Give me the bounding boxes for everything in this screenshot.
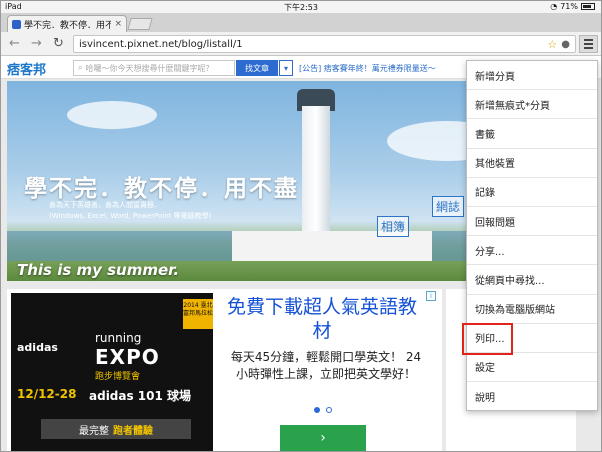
experience-banner[interactable]: 最完整 跑者體驗 xyxy=(41,419,191,439)
bookmark-star-icon[interactable]: ☆ xyxy=(547,38,557,51)
menu-help[interactable]: 說明 xyxy=(467,382,597,411)
menu-other-devices[interactable]: 其他裝置 xyxy=(467,149,597,178)
back-icon[interactable]: ← xyxy=(9,36,20,51)
search-placeholder: 哈囉～你今天想搜尋什麼關鍵字呢？ xyxy=(85,63,214,73)
banner-subtitle: 善為天下英雄善，善為人間富貴極． (Windows, Excel, Word, … xyxy=(49,201,212,220)
carousel-dots[interactable] xyxy=(314,407,332,413)
expo-label: EXPO xyxy=(95,345,160,369)
advertisement[interactable]: 2014 臺北富邦馬拉松 adidas running EXPO 跑步博覽會 1… xyxy=(7,289,442,451)
adidas-ad[interactable]: 2014 臺北富邦馬拉松 adidas running EXPO 跑步博覽會 1… xyxy=(11,293,213,451)
site-search-input[interactable]: ⌕ 哈囉～你今天想搜尋什麼關鍵字呢？ xyxy=(73,60,235,76)
battery-indicator: ◔ 71% xyxy=(550,2,595,11)
ad-venue: adidas 101 球場 xyxy=(89,389,192,403)
menu-share[interactable]: 分享... xyxy=(467,236,597,266)
chrome-menu-button[interactable] xyxy=(579,35,598,53)
search-icon: ⌕ xyxy=(78,63,83,72)
forward-icon[interactable]: → xyxy=(31,36,42,51)
microphone-icon[interactable]: ● xyxy=(561,39,570,50)
tab-title: 學不完．教不停．用不盡 xyxy=(24,20,112,31)
find-article-button[interactable]: 找文章 xyxy=(236,60,278,76)
ad-go-button[interactable]: › xyxy=(280,425,366,451)
ad-title[interactable]: 免費下載超人氣英語教材 xyxy=(222,295,422,343)
menu-find-in-page[interactable]: 從網頁中尋找... xyxy=(467,265,597,295)
search-dropdown-icon[interactable]: ▾ xyxy=(279,60,293,76)
english-ad[interactable]: 免費下載超人氣英語教材 每天45分鐘，輕鬆開口學英文！ 24小時彈性上課，立即把… xyxy=(222,289,442,451)
tab-active[interactable]: 學不完．教不停．用不盡 × xyxy=(7,15,127,32)
new-tab-button[interactable] xyxy=(127,18,153,30)
chrome-menu: 新增分頁 新增無痕式*分頁 書籤 其他裝置 記錄 回報問題 分享... 從網頁中… xyxy=(466,60,598,411)
menu-bookmarks[interactable]: 書籤 xyxy=(467,119,597,149)
running-label: running xyxy=(95,331,142,345)
blog-stamp[interactable]: 網誌 xyxy=(432,196,465,217)
address-bar[interactable]: isvincent.pixnet.net/blog/listall/1 ☆ ● xyxy=(73,35,576,53)
menu-history[interactable]: 記錄 xyxy=(467,178,597,207)
marathon-badge: 2014 臺北富邦馬拉松 xyxy=(183,299,213,329)
menu-new-incognito-tab[interactable]: 新增無痕式*分頁 xyxy=(467,90,597,120)
wifi-icon: ◔ xyxy=(550,2,558,11)
status-bar: iPad 下午2:53 ◔ 71% xyxy=(1,1,601,13)
clock: 下午2:53 xyxy=(284,3,318,12)
banner-footer: This is my summer. xyxy=(17,261,180,279)
ad-info-icon[interactable]: i xyxy=(426,291,436,301)
banner-title: 學不完．教不停．用不盡 xyxy=(24,176,299,202)
ad-description: 每天45分鐘，輕鬆開口學英文！ 24小時彈性上課，立即把英文學好！ xyxy=(230,350,422,381)
pixnet-logo[interactable]: 痞客邦 xyxy=(7,59,46,78)
url-text[interactable]: isvincent.pixnet.net/blog/listall/1 xyxy=(79,39,543,50)
tab-strip: 學不完．教不停．用不盡 × xyxy=(1,13,601,32)
ad-dates: 12/12-28 xyxy=(17,387,77,401)
print-highlight-box xyxy=(462,323,513,355)
menu-report-issue[interactable]: 回報問題 xyxy=(467,207,597,237)
browser-toolbar: ← → ↻ isvincent.pixnet.net/blog/listall/… xyxy=(1,32,601,56)
favicon-icon xyxy=(12,19,21,29)
expo-subtitle: 跑步博覽會 xyxy=(95,372,141,382)
announcement-link[interactable]: [公告] 痞客賽年終！萬元禮券限量送～ xyxy=(299,63,436,74)
tab-close-icon[interactable]: × xyxy=(114,19,122,29)
menu-request-desktop-site[interactable]: 切換為電腦版網站 xyxy=(467,295,597,324)
menu-new-tab[interactable]: 新增分頁 xyxy=(467,61,597,91)
adidas-logo: adidas xyxy=(17,341,58,354)
menu-settings[interactable]: 設定 xyxy=(467,353,597,383)
reload-icon[interactable]: ↻ xyxy=(53,36,64,51)
album-stamp[interactable]: 相簿 xyxy=(377,216,410,237)
battery-percent: 71% xyxy=(560,2,578,11)
battery-icon xyxy=(581,3,595,10)
